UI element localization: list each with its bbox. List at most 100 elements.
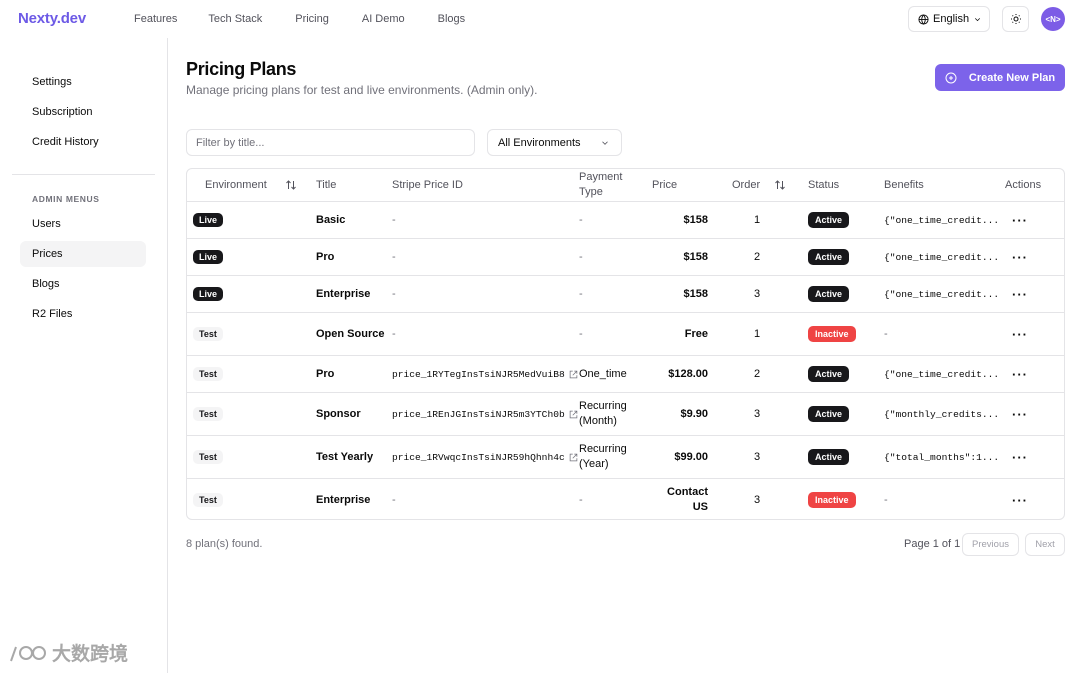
stripe-price-id-text[interactable]: price_1RVwqcInsTsiNJR59hQhnh4c <box>392 452 565 463</box>
chevron-down-icon <box>975 17 981 21</box>
stripe-price-id-text: - <box>392 251 396 263</box>
more-actions-icon[interactable]: ··· <box>1012 367 1028 382</box>
actions-cell: ··· <box>1012 276 1028 312</box>
more-actions-icon[interactable]: ··· <box>1012 450 1028 465</box>
status-badge: Inactive <box>808 492 856 508</box>
chevron-down-icon <box>602 140 608 145</box>
sidebar: Settings Subscription Credit History ADM… <box>0 38 168 673</box>
stripe-price-id-text[interactable]: price_1REnJGInsTsiNJR5m3YTCh0b <box>392 409 565 420</box>
header-title: Title <box>316 179 337 191</box>
previous-page-button[interactable]: Previous <box>962 533 1019 556</box>
stripe-price-id-cell: - <box>392 276 396 312</box>
sidebar-item-users[interactable]: Users <box>20 211 146 237</box>
more-actions-icon[interactable]: ··· <box>1012 287 1028 302</box>
price-cell: $158 <box>683 287 708 300</box>
sidebar-item-subscription[interactable]: Subscription <box>20 99 146 125</box>
nav-blogs[interactable]: Blogs <box>438 13 466 25</box>
pricing-plans-table: Environment Title Stripe Price ID Paymen… <box>186 168 1065 520</box>
title-cell: Enterprise <box>316 493 371 506</box>
filter-by-title-input[interactable] <box>186 129 475 156</box>
price-cell: Free <box>684 327 708 340</box>
environment-badge: Test <box>193 367 223 381</box>
payment-type-cell: - <box>579 327 583 340</box>
table-row: Live Enterprise - - $158 3 Active {"one_time_cr… <box>187 275 1064 312</box>
header-price: Price <box>652 179 678 191</box>
header-actions: Actions <box>1005 179 1042 191</box>
create-new-plan-button[interactable]: Create New Plan <box>935 64 1065 91</box>
order-cell: 3 <box>753 288 761 300</box>
more-actions-icon[interactable]: ··· <box>1012 327 1028 342</box>
header-order[interactable]: Order <box>732 169 786 201</box>
sort-arrows-icon[interactable] <box>285 179 297 191</box>
environment-badge: Test <box>193 327 223 341</box>
next-page-button[interactable]: Next <box>1025 533 1065 556</box>
header-environment[interactable]: Environment <box>205 169 297 201</box>
table-row: Test Open Source - - Free 1 Inactive - ··· <box>187 312 1064 355</box>
environment-select[interactable]: All Environments <box>487 129 622 156</box>
stripe-price-id-text[interactable]: price_1RYTegInsTsiNJR5MedVuiB8 <box>392 369 565 380</box>
header-status: Status <box>808 179 840 191</box>
status-cell: Active <box>808 202 850 238</box>
stripe-price-id-cell: price_1RYTegInsTsiNJR5MedVuiB8 <box>392 356 578 392</box>
price-cell: $158 <box>683 250 708 263</box>
status-badge: Active <box>808 449 850 465</box>
payment-type-cell: - <box>579 493 583 506</box>
status-badge: Active <box>808 249 850 265</box>
external-link-icon[interactable] <box>569 410 578 419</box>
environment-badge: Test <box>193 407 223 421</box>
user-avatar[interactable]: <N> <box>1041 7 1065 31</box>
page-info: Page 1 of 1 <box>904 538 961 550</box>
external-link-icon[interactable] <box>569 453 578 462</box>
payment-type-cell: - <box>579 250 583 263</box>
watermark-text: 大数跨境 <box>52 644 129 665</box>
payment-type-cell: - <box>579 213 583 226</box>
environment-cell: Live <box>193 202 224 238</box>
environment-badge: Test <box>193 493 223 507</box>
table-row: Live Basic - - $158 1 Active {"one_time_credit.… <box>187 201 1064 238</box>
more-actions-icon[interactable]: ··· <box>1012 213 1028 228</box>
stripe-price-id-text: - <box>392 288 396 300</box>
nav-features[interactable]: Features <box>134 13 177 25</box>
status-badge: Active <box>808 366 850 382</box>
price-cell: $9.90 <box>680 407 708 420</box>
table-row: Live Pro - - $158 2 Active {"one_time_credit...… <box>187 238 1064 275</box>
theme-toggle-button[interactable] <box>1002 6 1029 32</box>
benefits-cell: - <box>884 328 888 340</box>
environment-cell: Test <box>193 479 223 519</box>
plans-count: 8 plan(s) found. <box>186 538 263 550</box>
title-cell: Open Source <box>316 327 385 340</box>
nav-pricing[interactable]: Pricing <box>295 13 329 25</box>
status-cell: Inactive <box>808 479 856 519</box>
order-cell: 1 <box>753 328 761 340</box>
actions-cell: ··· <box>1012 313 1028 355</box>
header-benefits: Benefits <box>884 179 924 191</box>
table-row: Test Test Yearly price_1RVwqcInsTsiNJR59hQ… <box>187 435 1064 478</box>
order-cell: 3 <box>753 451 761 463</box>
sidebar-item-credit-history[interactable]: Credit History <box>20 129 146 155</box>
more-actions-icon[interactable]: ··· <box>1012 250 1028 265</box>
benefits-cell: {"monthly_credits... <box>884 408 1000 420</box>
page-title: Pricing Plans <box>186 59 297 79</box>
sidebar-divider <box>12 174 155 175</box>
language-selector[interactable]: English <box>908 6 990 32</box>
title-cell: Test Yearly <box>316 450 374 463</box>
nav-tech-stack[interactable]: Tech Stack <box>208 13 262 25</box>
more-actions-icon[interactable]: ··· <box>1012 407 1028 422</box>
sidebar-item-settings[interactable]: Settings <box>20 69 146 95</box>
environment-select-value: All Environments <box>498 136 581 149</box>
order-cell: 3 <box>753 408 761 420</box>
benefits-cell: {"one_time_credit... <box>884 368 1000 380</box>
sort-arrows-icon[interactable] <box>774 179 786 191</box>
more-actions-icon[interactable]: ··· <box>1012 493 1028 508</box>
sidebar-item-prices[interactable]: Prices <box>20 241 146 267</box>
price-cell: $128.00 <box>668 367 708 380</box>
price-cell: $158 <box>683 213 708 226</box>
external-link-icon[interactable] <box>569 370 578 379</box>
globe-icon <box>918 13 929 25</box>
status-badge: Active <box>808 406 850 422</box>
nav-ai-demo[interactable]: AI Demo <box>362 13 405 25</box>
brand-logo[interactable]: Nexty.dev <box>18 10 86 27</box>
stripe-price-id-cell: price_1REnJGInsTsiNJR5m3YTCh0b <box>392 393 578 435</box>
sidebar-item-blogs[interactable]: Blogs <box>20 271 146 297</box>
sidebar-item-r2-files[interactable]: R2 Files <box>20 301 146 327</box>
